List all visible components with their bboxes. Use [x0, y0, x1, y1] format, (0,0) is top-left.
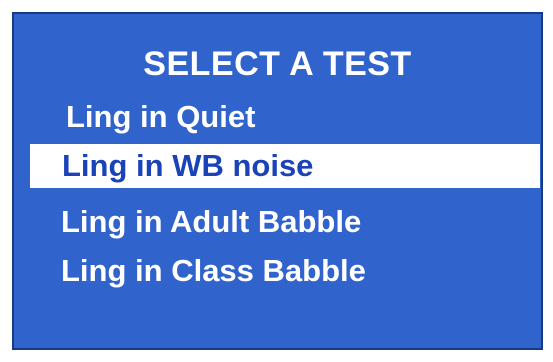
menu-item-label: Ling in Class Babble [61, 253, 366, 288]
menu-item-label: Ling in WB noise [62, 148, 314, 183]
menu-item-ling-in-wb-noise[interactable]: Ling in WB noise [30, 144, 540, 188]
screen: SELECT A TEST Ling in Quiet Ling in WB n… [0, 0, 553, 362]
menu-item-ling-in-adult-babble[interactable]: Ling in Adult Babble [14, 197, 541, 247]
test-menu: Ling in Quiet Ling in WB noise Ling in A… [14, 14, 541, 348]
menu-item-label: Ling in Adult Babble [61, 204, 362, 239]
menu-item-ling-in-quiet[interactable]: Ling in Quiet [14, 92, 541, 142]
menu-item-label: Ling in Quiet [66, 99, 256, 134]
menu-item-ling-in-class-babble[interactable]: Ling in Class Babble [14, 246, 541, 296]
test-selection-panel: SELECT A TEST Ling in Quiet Ling in WB n… [12, 12, 543, 350]
